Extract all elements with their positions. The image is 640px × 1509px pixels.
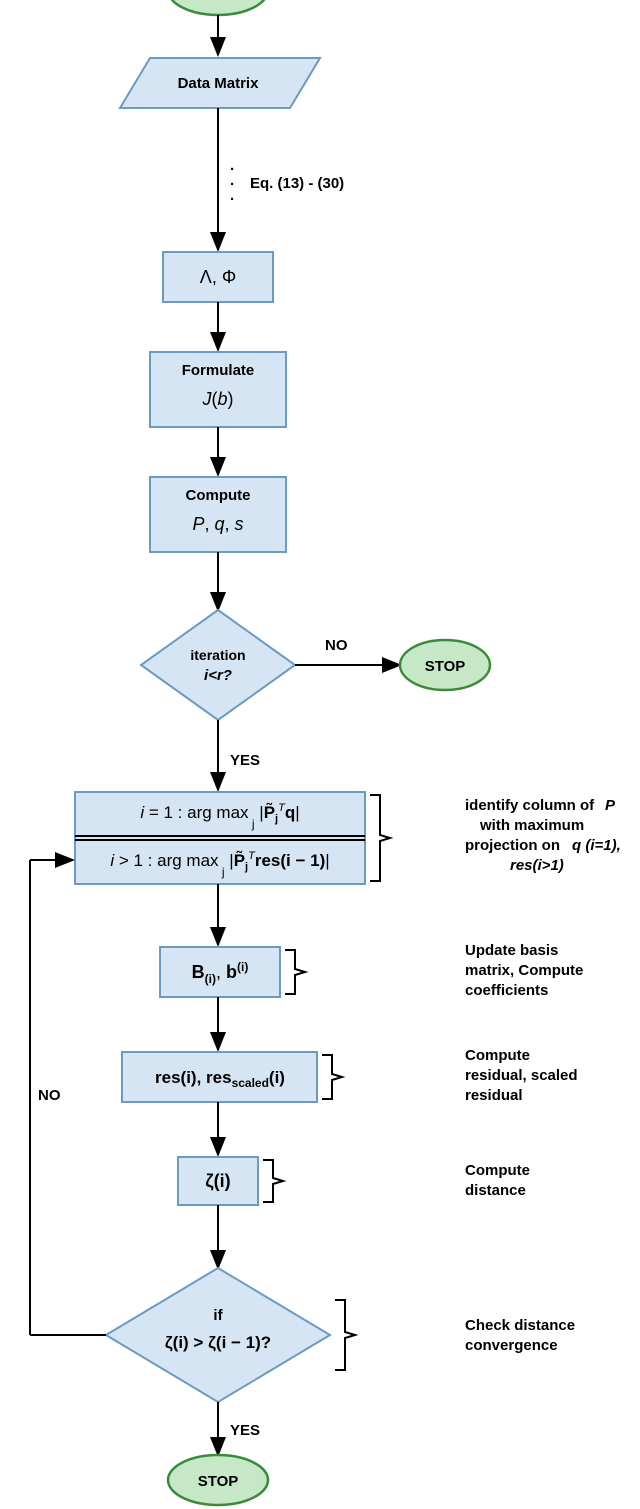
anno-conv-l2: convergence: [465, 1337, 558, 1354]
conv-expr: ζ(i) > ζ(i − 1)?: [165, 1333, 271, 1352]
svg-text:.: .: [230, 187, 234, 204]
compute-title: Compute: [186, 487, 251, 504]
formulate-title: Formulate: [182, 362, 255, 379]
anno-res-l1: Compute: [465, 1047, 530, 1064]
start-terminator: [168, 0, 268, 15]
anno-argmax-P: P: [605, 797, 616, 814]
formulate-expr: J(b): [201, 389, 233, 409]
data-matrix-label: Data Matrix: [178, 75, 260, 92]
stop-label-2: STOP: [198, 1473, 239, 1490]
anno-basis-l1: Update basis: [465, 942, 558, 959]
iteration-decision: [141, 610, 295, 720]
anno-res-l3: residual: [465, 1087, 523, 1104]
stop-label-1: STOP: [425, 658, 466, 675]
anno-conv-l1: Check distance: [465, 1317, 575, 1334]
anno-argmax-l1: identify column of: [465, 797, 595, 814]
anno-argmax-l2: with maximum: [479, 817, 584, 834]
compute-expr: P, q, s: [192, 514, 243, 534]
anno-res-l2: residual, scaled: [465, 1067, 578, 1084]
lambda-phi-label: Λ, Φ: [200, 267, 236, 287]
anno-basis-l3: coefficients: [465, 982, 548, 999]
no-label-2: NO: [38, 1087, 61, 1104]
iter-text: iteration: [190, 647, 245, 663]
eq-ref-label: Eq. (13) - (30): [250, 175, 344, 192]
if-label: if: [213, 1307, 223, 1324]
no-label-1: NO: [325, 637, 348, 654]
anno-argmax-l3: projection on: [465, 837, 560, 854]
anno-zeta-l1: Compute: [465, 1162, 530, 1179]
iter-cond: i<r?: [204, 667, 232, 684]
yes-label-2: YES: [230, 1422, 260, 1439]
anno-argmax-q: q (i=1),: [572, 837, 621, 854]
anno-basis-l2: matrix, Compute: [465, 962, 583, 979]
anno-argmax-res: res(i>1): [510, 857, 564, 874]
anno-zeta-l2: distance: [465, 1182, 526, 1199]
zeta-expr: ζ(i): [205, 1171, 230, 1192]
yes-label-1: YES: [230, 752, 260, 769]
flowchart-diagram: Data Matrix . . . Eq. (13) - (30) Λ, Φ F…: [0, 0, 640, 1509]
